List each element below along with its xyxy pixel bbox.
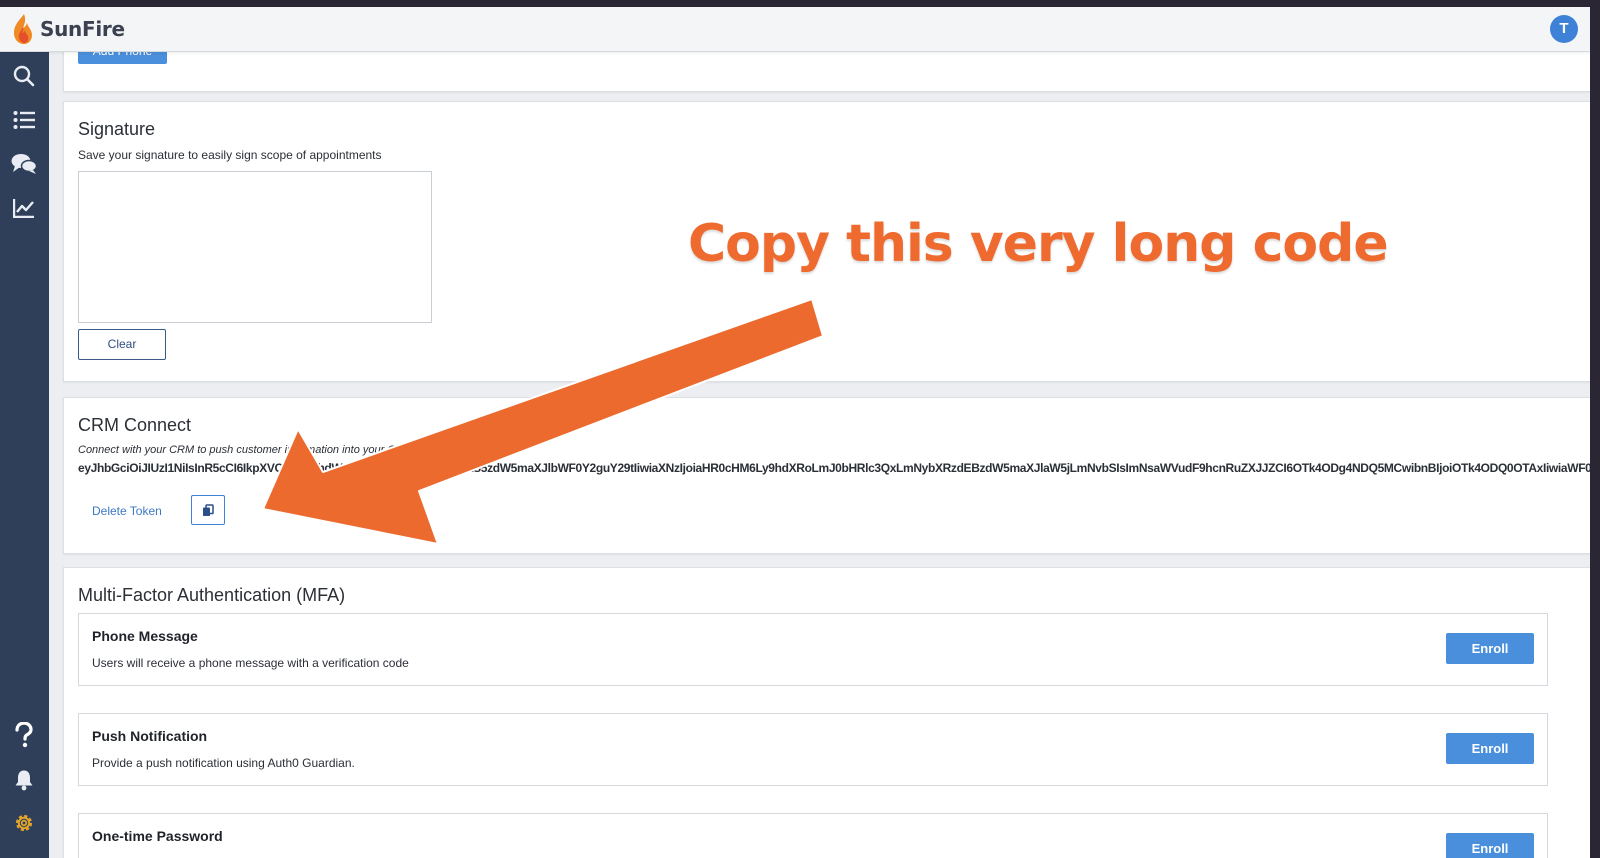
bell-icon[interactable] [11, 767, 37, 793]
mfa-method-name: One-time Password [92, 828, 223, 844]
app-window: SunFire T Add Phone Signature Save your … [0, 7, 1590, 858]
signature-title: Signature [78, 119, 156, 139]
chat-icon[interactable] [11, 151, 37, 177]
mfa-method-description: Provide a push notification using Auth0 … [92, 756, 355, 770]
crm-description: Connect with your CRM to push customer i… [78, 444, 512, 456]
delete-token-link[interactable]: Delete Token [92, 504, 162, 518]
phone-card: Add Phone [63, 51, 1590, 92]
top-bar: SunFire T [0, 7, 1590, 52]
clear-button[interactable]: Clear [78, 329, 166, 360]
list-icon[interactable] [11, 107, 37, 133]
copy-icon [203, 503, 214, 516]
mfa-title: Multi-Factor Authentication (MFA) [78, 585, 346, 605]
flame-icon [14, 14, 32, 44]
help-icon[interactable] [11, 722, 37, 748]
add-phone-button[interactable]: Add Phone [78, 51, 167, 64]
sidebar [0, 51, 49, 858]
crm-token[interactable]: eyJhbGciOiJIUzI1NiIsInR5cCI6IkpXVCJ9.eyJ… [78, 461, 1590, 475]
mfa-method-name: Push Notification [92, 728, 208, 744]
mfa-card: Multi-Factor Authentication (MFA) Phone … [63, 567, 1590, 858]
mfa-method-push: Push Notification Provide a push notific… [78, 713, 1548, 786]
brand-logo[interactable]: SunFire [12, 13, 125, 45]
user-avatar[interactable]: T [1550, 15, 1578, 43]
signature-pad[interactable] [78, 171, 432, 323]
mfa-method-description: Users will receive a phone message with … [92, 656, 409, 670]
app-name: SunFire [40, 17, 125, 41]
enroll-button[interactable]: Enroll [1446, 733, 1534, 764]
annotation-text: Copy this very long code [688, 214, 1389, 274]
copy-token-button[interactable] [191, 495, 225, 525]
mfa-method-otp: One-time Password Enroll [78, 813, 1548, 858]
signature-description: Save your signature to easily sign scope… [78, 148, 382, 162]
enroll-button[interactable]: Enroll [1446, 633, 1534, 664]
search-icon[interactable] [11, 63, 37, 89]
gear-icon[interactable] [11, 810, 37, 836]
enroll-button[interactable]: Enroll [1446, 833, 1534, 858]
crm-connect-card: CRM Connect Connect with your CRM to pus… [63, 397, 1590, 554]
mfa-method-name: Phone Message [92, 628, 198, 644]
analytics-icon[interactable] [11, 195, 37, 221]
main-content: Add Phone Signature Save your signature … [49, 51, 1590, 858]
mfa-method-phone: Phone Message Users will receive a phone… [78, 613, 1548, 686]
crm-title: CRM Connect [78, 415, 192, 435]
